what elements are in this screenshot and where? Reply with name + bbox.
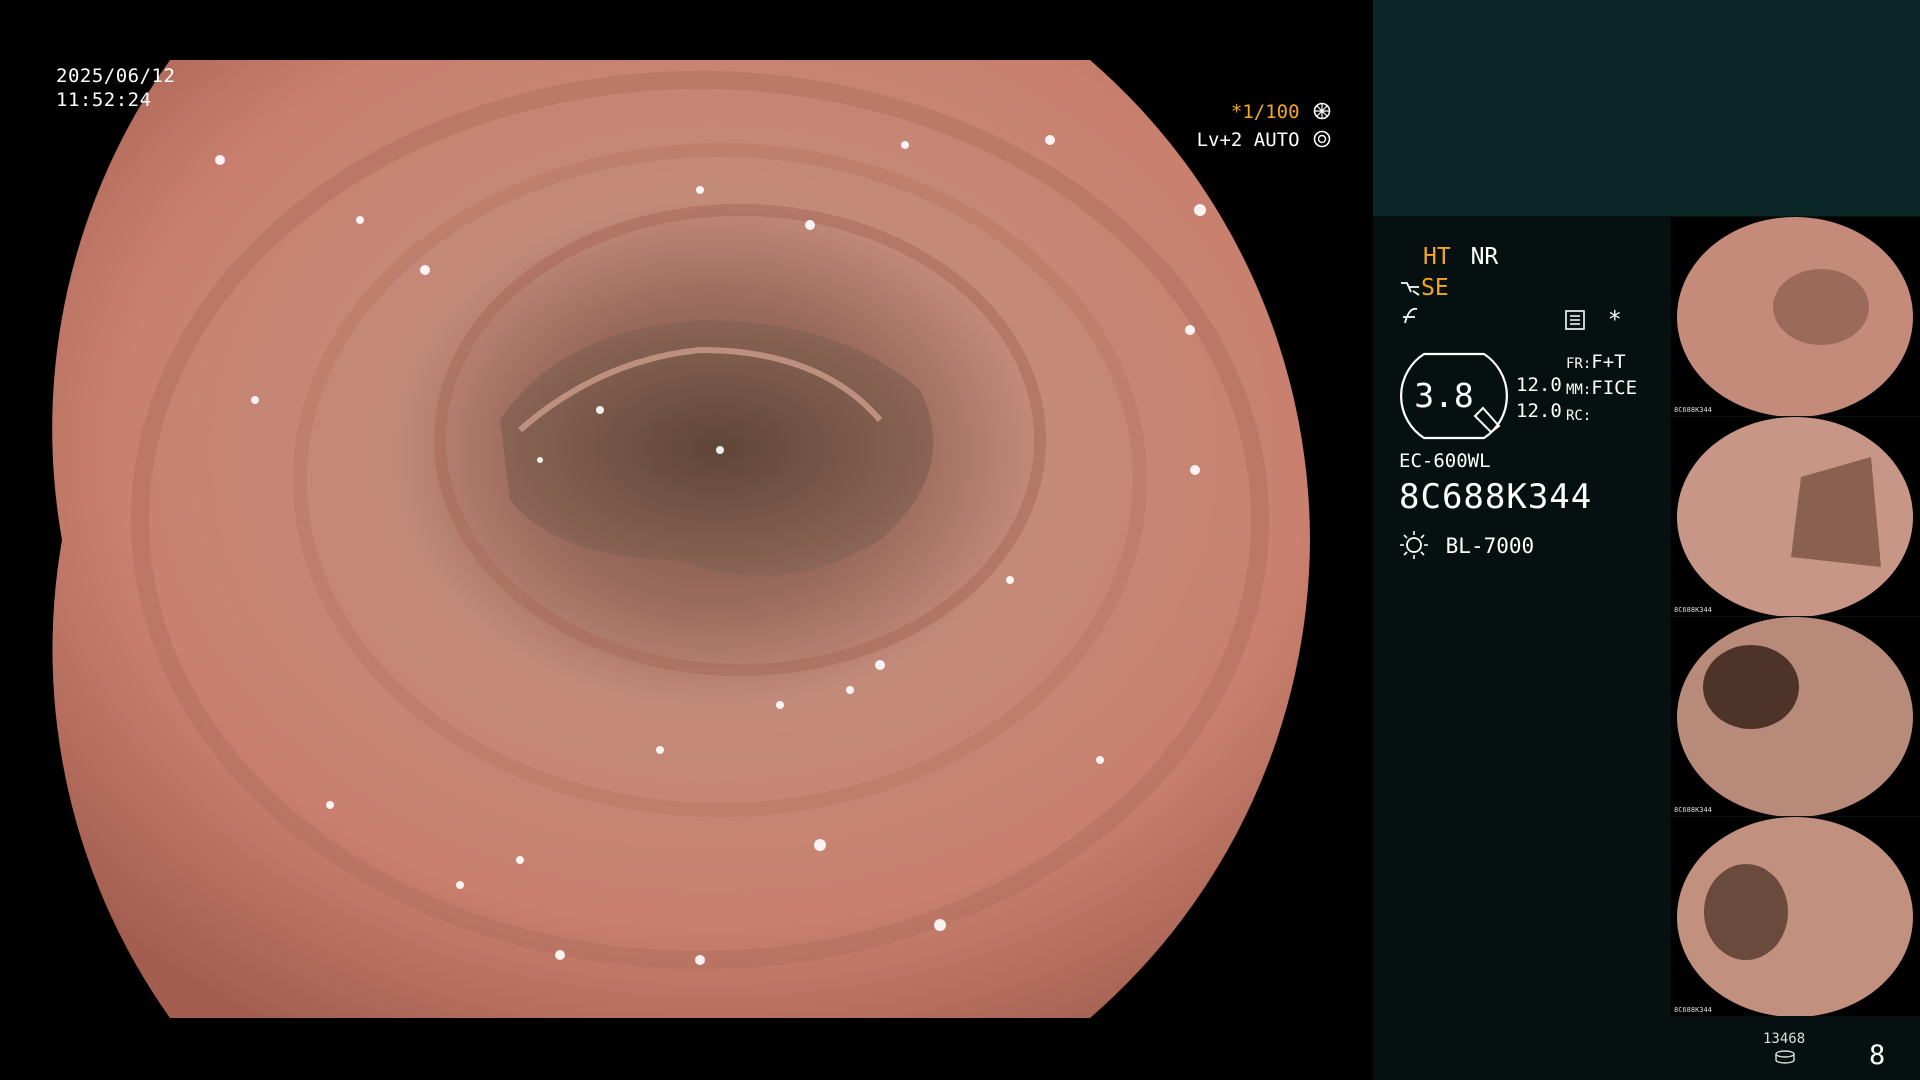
mm-label: MM:: [1566, 382, 1592, 398]
gauge-value: 3.8: [1414, 376, 1474, 415]
memory-row: *: [1564, 306, 1622, 334]
asterisk-mark: *: [1607, 307, 1622, 333]
thumbnail-caption: 8C688K344: [1674, 606, 1712, 614]
main-endoscope-view: 2025/06/12 11:52:24 *1/100 Lv+2 AUTO: [0, 0, 1373, 1080]
se-row: SE: [1399, 274, 1449, 302]
fr-row: FR:F+T: [1566, 350, 1637, 376]
fr-value: F+T: [1591, 351, 1626, 373]
memory-icon: [1565, 310, 1585, 330]
scope-serial: 8C688K344: [1399, 477, 1593, 517]
shutter-row: *1/100: [1197, 98, 1331, 126]
thumbnail-strip: 8C688K344 8C688K344 8C688K344 8C688K344: [1671, 217, 1920, 1017]
date-text: 2025/06/12: [56, 65, 176, 87]
ht-label: HT: [1423, 244, 1451, 270]
endoscope-image: [52, 60, 1311, 1018]
gauge: 3.8: [1399, 352, 1509, 440]
side-panel-header: [1373, 0, 1920, 216]
storage-icon: [1775, 1050, 1795, 1064]
mm-value: FICE: [1591, 377, 1638, 399]
thumbnail-1[interactable]: 8C688K344: [1671, 217, 1920, 416]
shutter-speed: *1/100: [1230, 101, 1300, 123]
light-source-label: BL-7000: [1445, 534, 1535, 558]
mm-row: MM:FICE: [1566, 376, 1637, 402]
thumbnail-image: [1677, 417, 1913, 616]
structure-row: [1401, 305, 1421, 334]
thumbnail-3[interactable]: 8C688K344: [1671, 617, 1920, 816]
image-count: 13468: [1763, 1031, 1806, 1047]
light-source-row: BL-7000: [1399, 530, 1534, 561]
rc-row: RC:: [1566, 402, 1637, 428]
thumbnail-2[interactable]: 8C688K344: [1671, 417, 1920, 616]
rc-label: RC:: [1566, 408, 1592, 424]
shutter-icon: [1313, 102, 1331, 120]
thumbnail-image: [1677, 217, 1913, 416]
side-panel: HT NR SE * 3.8 12.0 12.0 FR:F+T MM:FICE …: [1373, 0, 1920, 1080]
thumbnail-caption: 8C688K344: [1674, 406, 1712, 414]
time-text: 11:52:24: [56, 89, 152, 111]
thumbnail-caption: 8C688K344: [1674, 806, 1712, 814]
value-2: 12.0: [1516, 400, 1562, 422]
iris-level: Lv+2 AUTO: [1196, 129, 1300, 151]
page-number: 8: [1869, 1040, 1886, 1071]
timestamp: 2025/06/12 11:52:24: [56, 64, 175, 112]
value-column: 12.0 12.0: [1516, 372, 1562, 424]
structure-icon: [1403, 307, 1418, 324]
thumbnail-image: [1677, 617, 1913, 816]
light-bulb-icon: [1400, 531, 1428, 559]
iris-row: Lv+2 AUTO: [1197, 126, 1331, 154]
thumbnail-4[interactable]: 8C688K344: [1671, 817, 1920, 1016]
mode-column: FR:F+T MM:FICE RC:: [1566, 350, 1637, 428]
scope-model: EC-600WL: [1399, 450, 1491, 472]
thumbnail-caption: 8C688K344: [1674, 1006, 1712, 1014]
thumbnail-image: [1677, 817, 1913, 1016]
iris-icon: [1313, 130, 1331, 148]
nr-label: NR: [1470, 244, 1499, 270]
se-label: SE: [1421, 275, 1449, 301]
value-1: 12.0: [1516, 374, 1562, 396]
enhance-icon: [1401, 282, 1420, 296]
exposure-info: *1/100 Lv+2 AUTO: [1197, 98, 1331, 154]
fr-label: FR:: [1566, 356, 1592, 372]
ht-nr-row: HT NR: [1423, 243, 1498, 271]
